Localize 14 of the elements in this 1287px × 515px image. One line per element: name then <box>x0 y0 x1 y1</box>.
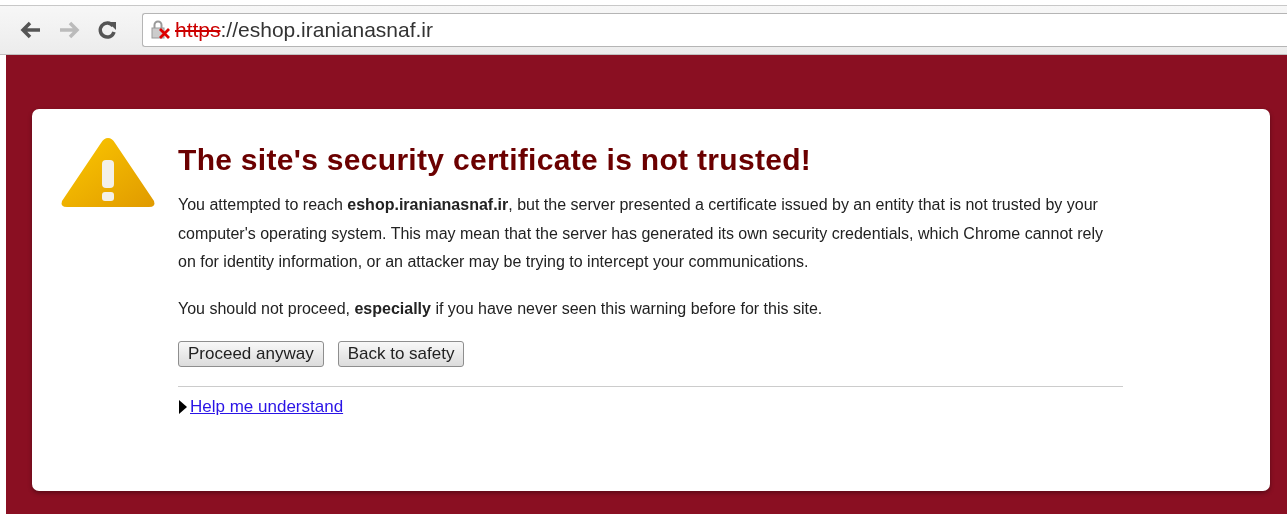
warning-message: You should not proceed, especially if you have never seen this warning before for this site. <box>178 298 824 319</box>
url-scheme: https <box>175 18 221 42</box>
warning-icon <box>60 135 156 209</box>
help-link[interactable]: Help me understand <box>190 397 344 417</box>
warning-title: The site's security certificate is not trusted! <box>178 143 813 177</box>
forward-arrow-icon <box>58 21 80 39</box>
back-arrow-icon <box>20 21 42 39</box>
address-bar[interactable]: https://eshop.iranianasnaf.ir <box>142 13 1287 47</box>
warning-message: You attempted to reach eshop.iranianasnaf.ir, but the server presented a certificate issued by an entity that is not trusted by your computer's operating system. This may mean that the server has generated its own security credentials, which Chrome cannot rely on for identity information, or an attacker may be trying to intercept your communications. <box>178 195 1104 272</box>
expand-triangle-icon[interactable] <box>178 400 188 414</box>
action-button[interactable]: Back to safety <box>337 341 465 367</box>
action-button[interactable]: Proceed anyway <box>178 341 324 367</box>
url-text: ://eshop.iranianasnaf.ir <box>220 18 433 42</box>
reload-icon <box>97 20 117 40</box>
